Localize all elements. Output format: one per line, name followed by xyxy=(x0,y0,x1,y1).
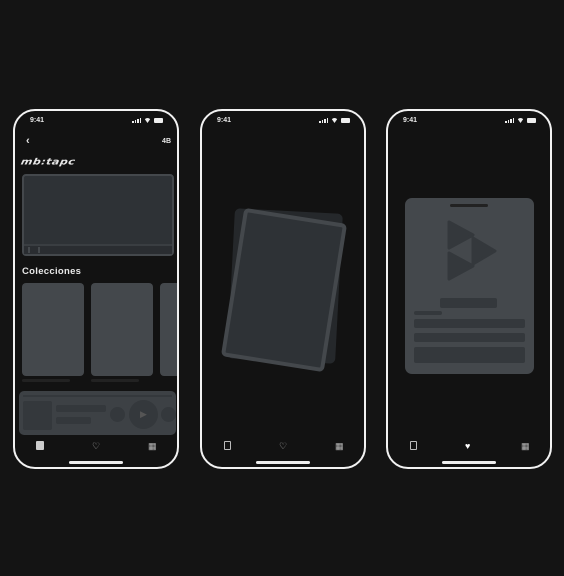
back-button[interactable]: ‹ xyxy=(26,135,30,147)
album-art xyxy=(23,401,52,430)
status-icons xyxy=(132,118,163,123)
bottom-nav: ♥ ▦ xyxy=(388,441,550,455)
drag-handle[interactable] xyxy=(450,204,488,207)
collection-card[interactable] xyxy=(160,283,177,376)
action-placeholder[interactable] xyxy=(414,347,525,363)
heart-icon[interactable]: ♥ xyxy=(465,441,470,451)
progress-bar[interactable] xyxy=(23,395,172,397)
detail-card xyxy=(405,198,534,374)
home-indicator xyxy=(256,461,310,464)
mini-player[interactable]: ▶ xyxy=(19,391,176,435)
collection-card[interactable] xyxy=(22,283,84,376)
bottom-nav: ♡ ▦ xyxy=(202,441,364,455)
next-button[interactable] xyxy=(161,407,176,422)
status-time: 9:41 xyxy=(403,117,418,124)
heart-icon[interactable]: ♡ xyxy=(92,441,100,452)
previous-button[interactable] xyxy=(110,407,125,422)
status-icons xyxy=(505,118,536,123)
cards-icon[interactable] xyxy=(224,441,231,450)
play-button[interactable]: ▶ xyxy=(129,400,158,429)
heart-icon[interactable]: ♡ xyxy=(279,441,287,452)
hero-indicators xyxy=(24,244,172,254)
phone-home-screen: 9:41 ‹ 4B mb:tapc Colecciones ▶ ♡ ▦ xyxy=(13,109,179,469)
status-time: 9:41 xyxy=(30,117,45,124)
home-indicator xyxy=(442,461,496,464)
phone-detail-screen: 9:41 ♥ ▦ xyxy=(386,109,552,469)
count-badge: 4B xyxy=(162,138,171,145)
title-placeholder xyxy=(440,298,497,308)
status-time: 9:41 xyxy=(217,117,232,124)
bottom-nav: ♡ ▦ xyxy=(15,441,177,455)
grid-icon[interactable]: ▦ xyxy=(521,441,530,452)
hero-banner[interactable] xyxy=(22,174,174,256)
status-icons xyxy=(319,118,350,123)
cards-icon[interactable] xyxy=(36,441,44,450)
logo: mb:tapc xyxy=(19,156,77,167)
grid-icon[interactable]: ▦ xyxy=(335,441,344,452)
play-logo-icon xyxy=(447,220,497,281)
collection-card[interactable] xyxy=(91,283,153,376)
grid-icon[interactable]: ▦ xyxy=(148,441,157,452)
phone-card-screen: 9:41 ♡ ▦ xyxy=(200,109,366,469)
home-indicator xyxy=(69,461,123,464)
cards-icon[interactable] xyxy=(410,441,417,450)
section-title: Colecciones xyxy=(22,266,82,277)
